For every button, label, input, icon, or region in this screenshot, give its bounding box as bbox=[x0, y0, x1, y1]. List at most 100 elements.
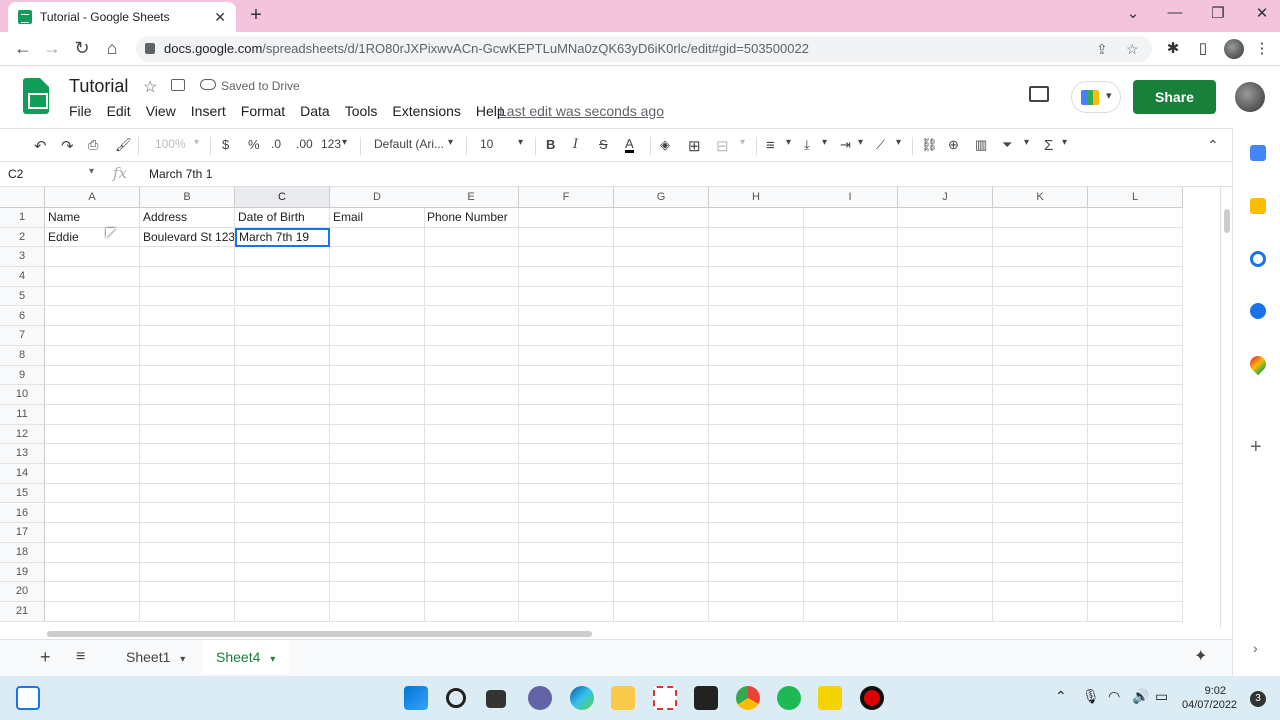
cell-f10[interactable] bbox=[519, 385, 614, 405]
cell-l6[interactable] bbox=[1088, 306, 1183, 327]
cell-a5[interactable] bbox=[45, 286, 140, 307]
microphone-icon[interactable]: 🎙 bbox=[1082, 688, 1100, 705]
tab-close-icon[interactable]: ✕ bbox=[214, 9, 226, 26]
cell-h11[interactable] bbox=[709, 405, 804, 425]
cell-a15[interactable] bbox=[45, 483, 140, 504]
cell-c9[interactable] bbox=[235, 365, 330, 386]
row-header-18[interactable]: 18 bbox=[0, 542, 45, 563]
cell-k11[interactable] bbox=[993, 405, 1088, 425]
cell-k13[interactable] bbox=[993, 444, 1088, 465]
horizontal-align-icon[interactable]: ≡ bbox=[766, 137, 775, 154]
cell-d21[interactable] bbox=[330, 602, 425, 622]
sticky-notes-icon[interactable] bbox=[694, 686, 718, 710]
cell-l12[interactable] bbox=[1088, 424, 1183, 445]
cell-l17[interactable] bbox=[1088, 523, 1183, 543]
column-header-g[interactable]: G bbox=[614, 187, 709, 208]
cell-c13[interactable] bbox=[235, 444, 330, 465]
increase-decimal-button[interactable]: .00 bbox=[296, 137, 313, 151]
cell-d12[interactable] bbox=[330, 424, 425, 445]
file-explorer-icon[interactable] bbox=[611, 686, 635, 710]
cell-e2[interactable] bbox=[424, 227, 519, 248]
battery-icon[interactable]: ▭ bbox=[1155, 688, 1168, 705]
cell-b5[interactable] bbox=[140, 286, 235, 307]
cell-l4[interactable] bbox=[1088, 267, 1183, 287]
cell-g19[interactable] bbox=[614, 562, 709, 583]
cell-j6[interactable] bbox=[898, 306, 993, 327]
cell-d3[interactable] bbox=[330, 247, 425, 268]
cell-i2[interactable] bbox=[803, 227, 898, 248]
cell-b8[interactable] bbox=[140, 345, 235, 366]
cell-c7[interactable] bbox=[235, 326, 330, 346]
start-windows-icon[interactable] bbox=[404, 686, 428, 710]
cell-g12[interactable] bbox=[614, 424, 709, 445]
cell-f3[interactable] bbox=[519, 247, 614, 268]
cell-l10[interactable] bbox=[1088, 385, 1183, 405]
minimize-button[interactable]: — bbox=[1160, 4, 1190, 21]
cell-i15[interactable] bbox=[803, 483, 898, 504]
cell-e1[interactable]: Phone Number bbox=[424, 208, 519, 228]
cell-h21[interactable] bbox=[709, 602, 804, 622]
cell-h15[interactable] bbox=[709, 483, 804, 504]
paint-format-icon[interactable]: 🖌 bbox=[115, 137, 132, 153]
cell-a12[interactable] bbox=[45, 424, 140, 445]
cell-e17[interactable] bbox=[424, 523, 519, 543]
row-header-6[interactable]: 6 bbox=[0, 306, 45, 327]
cell-k7[interactable] bbox=[993, 326, 1088, 346]
cell-i12[interactable] bbox=[803, 424, 898, 445]
cell-g11[interactable] bbox=[614, 405, 709, 425]
cell-h4[interactable] bbox=[709, 267, 804, 287]
cell-e18[interactable] bbox=[424, 542, 519, 563]
rotate-chevron-icon[interactable]: ▾ bbox=[896, 137, 901, 148]
cell-k4[interactable] bbox=[993, 267, 1088, 287]
cell-a20[interactable] bbox=[45, 582, 140, 602]
cell-f18[interactable] bbox=[519, 542, 614, 563]
calendar-icon[interactable] bbox=[1250, 145, 1266, 161]
cell-b15[interactable] bbox=[140, 483, 235, 504]
cell-c14[interactable] bbox=[235, 464, 330, 484]
expand-panel-icon[interactable]: › bbox=[1253, 640, 1258, 656]
cell-k6[interactable] bbox=[993, 306, 1088, 327]
cell-f6[interactable] bbox=[519, 306, 614, 327]
cell-b1[interactable]: Address bbox=[140, 208, 235, 228]
cell-j13[interactable] bbox=[898, 444, 993, 465]
cell-k20[interactable] bbox=[993, 582, 1088, 602]
cell-i8[interactable] bbox=[803, 345, 898, 366]
cell-f12[interactable] bbox=[519, 424, 614, 445]
cell-g15[interactable] bbox=[614, 483, 709, 504]
vertical-align-icon[interactable]: ⤓ bbox=[804, 137, 810, 153]
cell-h14[interactable] bbox=[709, 464, 804, 484]
cell-e16[interactable] bbox=[424, 503, 519, 524]
cell-k14[interactable] bbox=[993, 464, 1088, 484]
currency-format-button[interactable]: $ bbox=[222, 137, 229, 152]
cell-j17[interactable] bbox=[898, 523, 993, 543]
cell-l13[interactable] bbox=[1088, 444, 1183, 465]
cell-l15[interactable] bbox=[1088, 483, 1183, 504]
cell-d18[interactable] bbox=[330, 542, 425, 563]
cell-a1[interactable]: Name bbox=[45, 208, 140, 228]
cell-a13[interactable] bbox=[45, 444, 140, 465]
vertical-scrollbar[interactable] bbox=[1220, 187, 1232, 627]
cell-b3[interactable] bbox=[140, 247, 235, 268]
share-page-icon[interactable]: ⇪ bbox=[1096, 36, 1108, 62]
desktop-app-icon[interactable] bbox=[16, 686, 40, 710]
cell-b14[interactable] bbox=[140, 464, 235, 484]
cell-l7[interactable] bbox=[1088, 326, 1183, 346]
cell-f16[interactable] bbox=[519, 503, 614, 524]
cell-f20[interactable] bbox=[519, 582, 614, 602]
cell-k12[interactable] bbox=[993, 424, 1088, 445]
cell-h1[interactable] bbox=[709, 208, 804, 228]
cell-h17[interactable] bbox=[709, 523, 804, 543]
cell-i10[interactable] bbox=[803, 385, 898, 405]
cell-b7[interactable] bbox=[140, 326, 235, 346]
cell-f15[interactable] bbox=[519, 483, 614, 504]
cell-j10[interactable] bbox=[898, 385, 993, 405]
cell-b4[interactable] bbox=[140, 267, 235, 287]
column-header-e[interactable]: E bbox=[424, 187, 519, 208]
cell-a6[interactable] bbox=[45, 306, 140, 327]
row-header-12[interactable]: 12 bbox=[0, 424, 45, 445]
chat-icon[interactable] bbox=[528, 686, 552, 710]
horizontal-scrollbar[interactable] bbox=[45, 627, 1220, 639]
cell-a17[interactable] bbox=[45, 523, 140, 543]
cell-f7[interactable] bbox=[519, 326, 614, 346]
cell-c20[interactable] bbox=[235, 582, 330, 602]
